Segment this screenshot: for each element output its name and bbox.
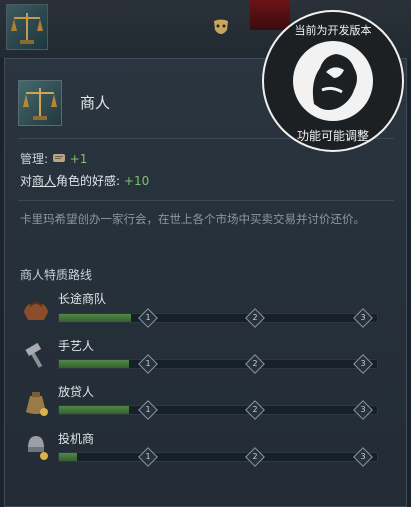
milestone-number: 1 [145, 452, 151, 461]
track-fill [59, 314, 131, 322]
dev-version-seal: 当前为开发版本 功能可能调整 [262, 10, 404, 152]
track-fill [59, 360, 129, 368]
scroll-icon [52, 154, 65, 162]
milestone-number: 2 [252, 313, 258, 322]
track-label: 手艺人 [58, 339, 95, 353]
track-label: 放贷人 [58, 385, 95, 399]
lion-emblem-icon: 当前为开发版本 功能可能调整 [293, 23, 373, 143]
saddle-icon [24, 302, 48, 320]
merchant-link[interactable]: 商人 [32, 174, 56, 188]
coin-bag-icon [26, 392, 48, 416]
merchant-focus-icon [18, 80, 62, 126]
milestone-number: 3 [360, 452, 366, 461]
opinion-prefix: 对 [20, 174, 33, 188]
milestone-number: 1 [145, 359, 151, 368]
trait-track[interactable] [58, 359, 378, 369]
milestone-number: 3 [360, 405, 366, 414]
milestone-number: 3 [360, 359, 366, 368]
panel-title: 商人 [80, 94, 111, 112]
management-stat: 管理: +1 [20, 150, 87, 167]
focus-description: 卡里玛希望创办一家行会，在世上各个市场中买卖交易并讨价还价。 [20, 212, 365, 226]
scales-icon [23, 88, 57, 120]
milestone-number: 3 [360, 313, 366, 322]
track-fill [59, 406, 129, 414]
milestone-number: 2 [252, 452, 258, 461]
merchant-lifestyle-button[interactable] [6, 4, 48, 50]
scales-icon [11, 13, 43, 44]
track-fill [59, 453, 77, 461]
svg-text:当前为开发版本: 当前为开发版本 [295, 23, 372, 37]
opinion-value: +10 [123, 174, 150, 188]
divider [18, 200, 394, 201]
management-value: +1 [69, 152, 88, 166]
trait-track[interactable] [58, 313, 378, 323]
helmet-coins-icon [28, 436, 48, 460]
milestone-number: 2 [252, 405, 258, 414]
management-label: 管理: [20, 152, 49, 166]
hammer-icon [25, 342, 43, 368]
trait-track[interactable] [58, 452, 378, 462]
opinion-suffix: 角色的好感: [56, 174, 121, 188]
track-label: 长途商队 [58, 292, 107, 306]
milestone-number: 2 [252, 359, 258, 368]
track-label: 投机商 [58, 432, 95, 446]
trait-track[interactable] [58, 405, 378, 415]
opinion-stat: 对商人角色的好感: +10 [20, 172, 149, 189]
theater-mask-icon[interactable] [212, 18, 230, 38]
svg-text:功能可能调整: 功能可能调整 [297, 128, 369, 143]
trait-path-heading: 商人特质路线 [20, 268, 93, 282]
milestone-number: 1 [145, 313, 151, 322]
milestone-number: 1 [145, 405, 151, 414]
